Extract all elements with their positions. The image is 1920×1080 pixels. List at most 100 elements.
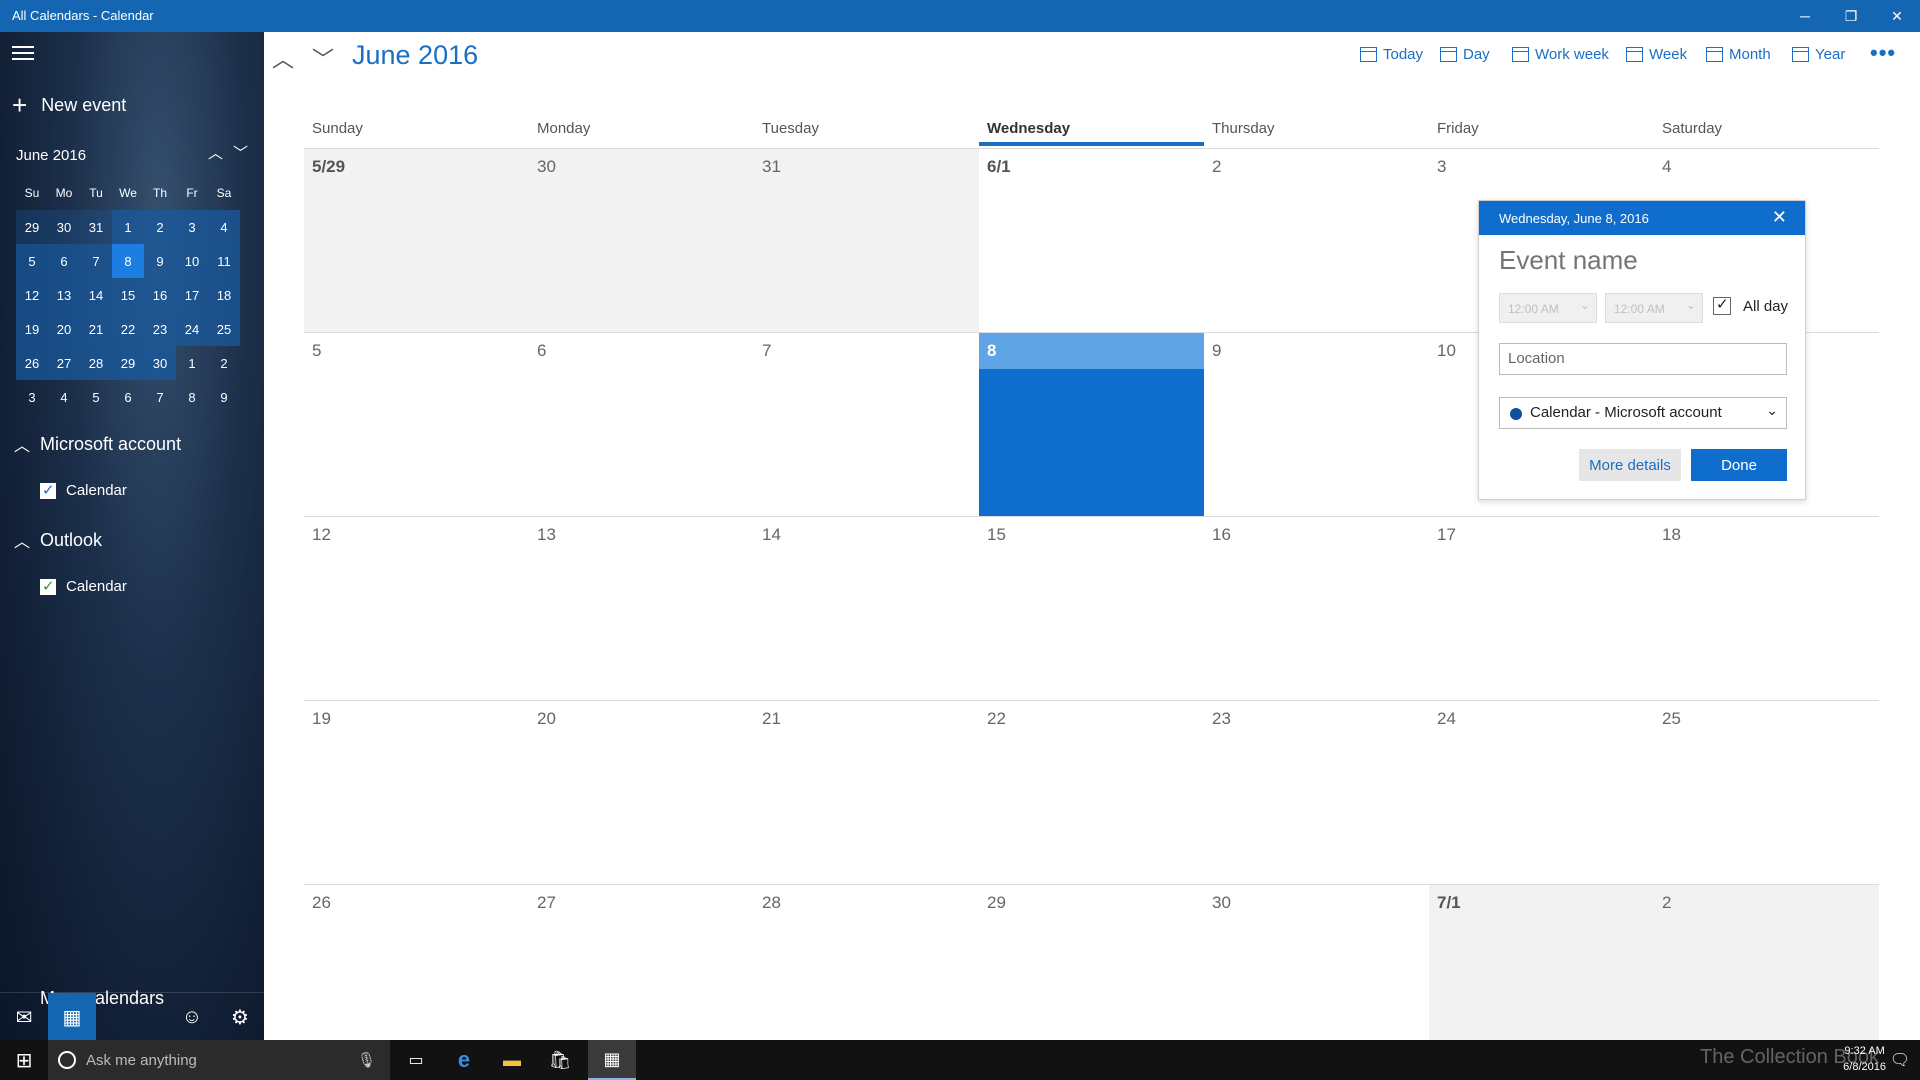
mini-calendar-day[interactable]: 15 <box>112 278 144 312</box>
calendar-select[interactable]: Calendar - Microsoft account ⌄ <box>1499 397 1787 429</box>
mini-calendar-day[interactable]: 4 <box>208 210 240 244</box>
week-view-button[interactable]: Week <box>1626 46 1687 63</box>
hamburger-menu-icon[interactable] <box>12 46 34 60</box>
mini-calendar-day[interactable]: 23 <box>144 312 176 346</box>
mini-prev-month-icon[interactable]: ︿ <box>208 142 223 163</box>
calendar-icon[interactable]: ▦ <box>48 993 96 1040</box>
month-day-cell[interactable]: 8 <box>979 332 1204 516</box>
mini-calendar-day[interactable]: 10 <box>176 244 208 278</box>
month-title[interactable]: June 2016 <box>352 40 478 71</box>
close-icon[interactable]: ✕ <box>1772 207 1787 228</box>
month-day-cell[interactable]: 31 <box>754 148 979 332</box>
mini-calendar-day[interactable]: 5 <box>16 244 48 278</box>
mini-calendar-day[interactable]: 1 <box>176 346 208 380</box>
close-button[interactable]: ✕ <box>1874 0 1920 32</box>
calendar-toggle-outlook[interactable]: Calendar <box>40 577 127 595</box>
mini-calendar-day[interactable]: 9 <box>144 244 176 278</box>
minimize-button[interactable]: ─ <box>1782 0 1828 32</box>
file-explorer-icon[interactable]: ▬ <box>488 1040 536 1080</box>
mini-calendar-day[interactable]: 29 <box>16 210 48 244</box>
month-day-cell[interactable]: 21 <box>754 700 979 884</box>
month-day-cell[interactable]: 30 <box>529 148 754 332</box>
settings-gear-icon[interactable]: ⚙ <box>216 993 264 1040</box>
end-time-select[interactable]: 12:00 AM <box>1605 293 1703 323</box>
location-input[interactable]: Location <box>1499 343 1787 375</box>
new-event-button[interactable]: + New event <box>12 92 126 118</box>
month-day-cell[interactable]: 22 <box>979 700 1204 884</box>
mini-calendar-day[interactable]: 7 <box>144 380 176 414</box>
mini-calendar-day[interactable]: 21 <box>80 312 112 346</box>
done-button[interactable]: Done <box>1691 449 1787 481</box>
mini-calendar-day[interactable]: 13 <box>48 278 80 312</box>
mini-calendar-day[interactable]: 31 <box>80 210 112 244</box>
mini-calendar-day[interactable]: 6 <box>112 380 144 414</box>
mini-calendar-day[interactable]: 22 <box>112 312 144 346</box>
restore-button[interactable]: ❐ <box>1828 0 1874 32</box>
month-day-cell[interactable]: 14 <box>754 516 979 700</box>
more-options-icon[interactable]: ••• <box>1870 40 1896 66</box>
mini-calendar-day[interactable]: 3 <box>176 210 208 244</box>
mini-calendar-day[interactable]: 28 <box>80 346 112 380</box>
mini-calendar-day[interactable]: 4 <box>48 380 80 414</box>
mini-calendar-day[interactable]: 30 <box>144 346 176 380</box>
month-day-cell[interactable]: 9 <box>1204 332 1429 516</box>
action-center-icon[interactable]: 🗨 <box>1880 1040 1920 1080</box>
mini-calendar-day[interactable]: 27 <box>48 346 80 380</box>
cortana-search-box[interactable]: Ask me anything 🎙 <box>48 1040 390 1080</box>
month-day-cell[interactable]: 25 <box>1654 700 1879 884</box>
month-day-cell[interactable]: 18 <box>1654 516 1879 700</box>
mini-calendar-day[interactable]: 25 <box>208 312 240 346</box>
edge-browser-icon[interactable]: e <box>440 1040 488 1080</box>
account-header-microsoft[interactable]: ︿ Microsoft account <box>14 432 181 456</box>
month-day-cell[interactable]: 2 <box>1204 148 1429 332</box>
mini-next-month-icon[interactable]: ﹀ <box>233 142 248 163</box>
feedback-smiley-icon[interactable]: ☺ <box>168 993 216 1040</box>
mini-calendar-day[interactable]: 2 <box>208 346 240 380</box>
mini-calendar-day[interactable]: 5 <box>80 380 112 414</box>
mini-calendar-day[interactable]: 8 <box>176 380 208 414</box>
checkbox-icon[interactable] <box>40 577 56 595</box>
month-day-cell[interactable]: 6 <box>529 332 754 516</box>
mini-calendar-day[interactable]: 6 <box>48 244 80 278</box>
mini-calendar-day[interactable]: 18 <box>208 278 240 312</box>
month-day-cell[interactable]: 24 <box>1429 700 1654 884</box>
next-month-icon[interactable]: ﹀ <box>312 42 334 74</box>
start-time-select[interactable]: 12:00 AM <box>1499 293 1597 323</box>
month-day-cell[interactable]: 13 <box>529 516 754 700</box>
day-view-button[interactable]: Day <box>1440 46 1490 63</box>
month-day-cell[interactable]: 6/1 <box>979 148 1204 332</box>
month-day-cell[interactable]: 17 <box>1429 516 1654 700</box>
mini-calendar-day[interactable]: 16 <box>144 278 176 312</box>
month-view-button[interactable]: Month <box>1706 46 1771 63</box>
store-icon[interactable]: 🛍 <box>536 1040 584 1080</box>
mini-calendar-day[interactable]: 3 <box>16 380 48 414</box>
month-day-cell[interactable]: 15 <box>979 516 1204 700</box>
mini-calendar-day[interactable]: 19 <box>16 312 48 346</box>
mini-calendar-day[interactable]: 9 <box>208 380 240 414</box>
year-view-button[interactable]: Year <box>1792 46 1845 63</box>
event-name-input[interactable] <box>1499 245 1789 276</box>
mini-calendar-day[interactable]: 2 <box>144 210 176 244</box>
month-day-cell[interactable]: 20 <box>529 700 754 884</box>
mini-calendar-day[interactable]: 8 <box>112 244 144 278</box>
calendar-app-icon[interactable]: ▦ <box>588 1040 636 1080</box>
calendar-toggle-microsoft[interactable]: Calendar <box>40 481 127 499</box>
today-button[interactable]: Today <box>1360 46 1423 63</box>
month-day-cell[interactable]: 5 <box>304 332 529 516</box>
mini-calendar-day[interactable]: 29 <box>112 346 144 380</box>
checkbox-icon[interactable] <box>40 481 56 499</box>
month-day-cell[interactable]: 19 <box>304 700 529 884</box>
mini-calendar-day[interactable]: 11 <box>208 244 240 278</box>
mini-calendar-day[interactable]: 1 <box>112 210 144 244</box>
windows-start-icon[interactable]: ⊞ <box>0 1040 48 1080</box>
month-day-cell[interactable]: 7 <box>754 332 979 516</box>
month-day-cell[interactable]: 12 <box>304 516 529 700</box>
more-details-button[interactable]: More details <box>1579 449 1681 481</box>
month-day-cell[interactable]: 16 <box>1204 516 1429 700</box>
mini-calendar-day[interactable]: 20 <box>48 312 80 346</box>
mini-calendar-day[interactable]: 12 <box>16 278 48 312</box>
mail-icon[interactable]: ✉ <box>0 993 48 1040</box>
mini-calendar-day[interactable]: 30 <box>48 210 80 244</box>
task-view-icon[interactable]: ▭ <box>392 1040 440 1080</box>
all-day-checkbox[interactable]: All day <box>1713 295 1788 315</box>
